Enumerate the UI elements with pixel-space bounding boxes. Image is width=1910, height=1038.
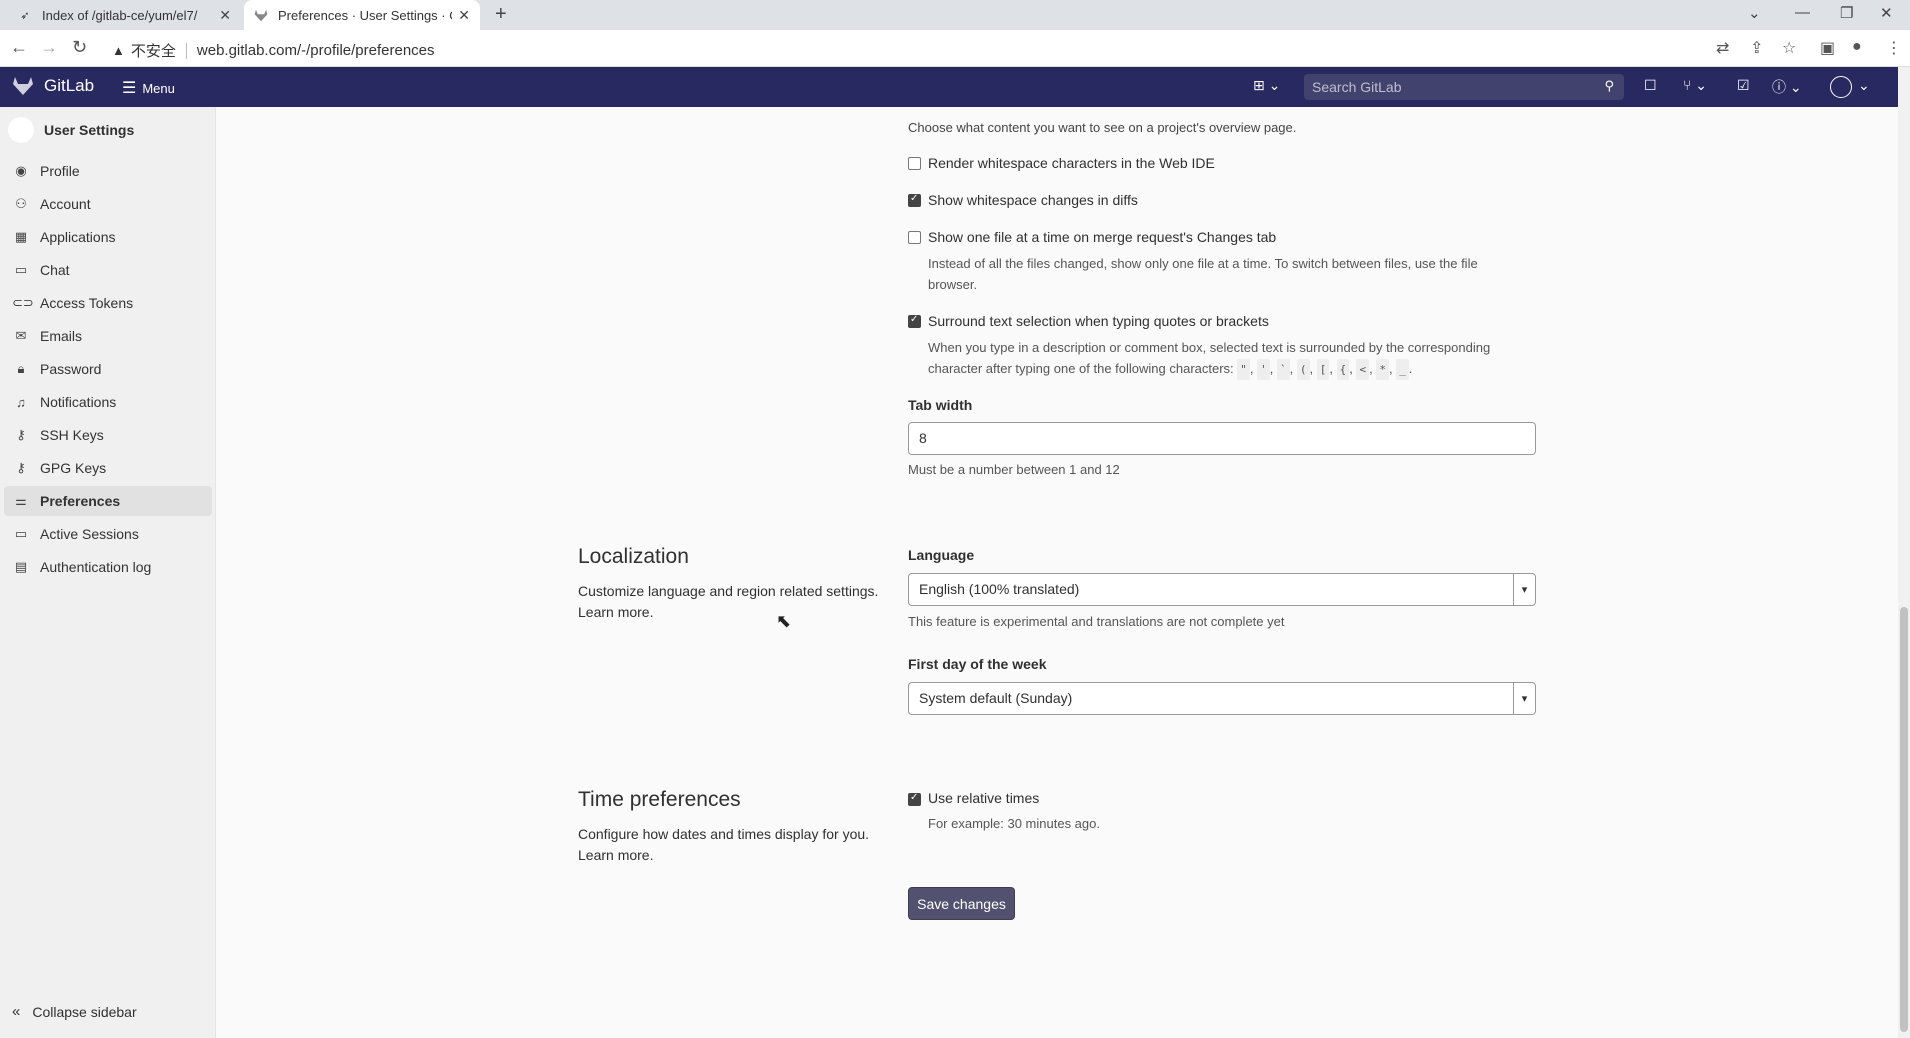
- localization-learn-more-link[interactable]: Learn more.: [578, 602, 653, 623]
- insecure-label: 不安全: [130, 43, 176, 60]
- mouse-cursor-icon: ⬉: [776, 611, 792, 631]
- forward-icon[interactable]: →: [40, 37, 58, 58]
- tab-search-chevron-icon[interactable]: ⌄: [1748, 4, 1761, 22]
- tab-width-value: 8: [919, 430, 927, 446]
- search-icon: ⚲: [1604, 78, 1614, 93]
- gitlab-tanuki-icon: [13, 77, 33, 95]
- tab-width-label: Tab width: [908, 397, 973, 413]
- menu-button[interactable]: ☰ Menu: [122, 78, 175, 98]
- relative-times-help: For example: 30 minutes ago.: [928, 816, 1100, 831]
- relative-times-label[interactable]: Use relative times: [928, 790, 1039, 806]
- hamburger-icon: ☰: [122, 80, 137, 97]
- url-field[interactable]: ▲ 不安全 web.gitlab.com/-/profile/preferenc…: [112, 40, 435, 61]
- char-code: {: [1336, 359, 1350, 380]
- help-icon[interactable]: ⓘ ⌄: [1772, 77, 1802, 97]
- close-tab-icon[interactable]: ✕: [458, 7, 470, 24]
- char-code: ': [1257, 359, 1270, 380]
- brand-name: GitLab: [44, 76, 95, 95]
- chevron-down-icon: ▾: [1513, 683, 1535, 714]
- tab-width-input[interactable]: 8: [908, 422, 1536, 455]
- one-file-label[interactable]: Show one file at a time on merge request…: [928, 229, 1276, 245]
- tab-favicon-icon: ➶: [20, 9, 30, 22]
- page-scrollbar[interactable]: [1898, 67, 1910, 1038]
- side-panel-icon[interactable]: ▣: [1820, 38, 1835, 58]
- share-icon[interactable]: ⇪: [1750, 38, 1763, 58]
- tab-title: Preferences · User Settings · G: [278, 7, 453, 23]
- surround-label[interactable]: Surround text selection when typing quot…: [928, 313, 1269, 329]
- char-code: *: [1376, 359, 1389, 380]
- back-icon[interactable]: ←: [10, 37, 28, 58]
- close-window-icon[interactable]: ✕: [1880, 4, 1893, 22]
- surround-help: When you type in a description or commen…: [928, 340, 1491, 355]
- gitlab-logo[interactable]: GitLab: [12, 76, 94, 96]
- language-help: This feature is experimental and transla…: [908, 614, 1285, 629]
- browser-tab-preferences[interactable]: Preferences · User Settings · G ✕: [244, 0, 480, 30]
- char-code: [: [1316, 359, 1330, 380]
- gitlab-favicon-icon: [254, 8, 268, 22]
- localization-desc: Customize language and region related se…: [578, 583, 879, 599]
- bookmark-star-icon[interactable]: ☆: [1782, 38, 1796, 58]
- time-preferences-title: Time preferences: [578, 788, 741, 811]
- profile-avatar-icon[interactable]: ●: [1852, 38, 1862, 56]
- gitlab-header: GitLab ☰ Menu ⊞ ⌄ Search GitLab ⚲ ☐ ⑂ ⌄ …: [0, 67, 1898, 107]
- language-select[interactable]: English (100% translated) ▾: [908, 573, 1536, 606]
- overview-help-text: Choose what content you want to see on a…: [908, 120, 1297, 135]
- first-day-select[interactable]: System default (Sunday) ▾: [908, 682, 1536, 715]
- char-code: `: [1277, 359, 1290, 380]
- avatar-chevron-down-icon[interactable]: ⌄: [1858, 77, 1870, 94]
- one-file-help-2: browser.: [928, 277, 978, 292]
- scrollbar-thumb[interactable]: [1900, 607, 1908, 1032]
- show-whitespace-checkbox[interactable]: [908, 193, 921, 207]
- render-whitespace-label[interactable]: Render whitespace characters in the Web …: [928, 155, 1215, 171]
- merge-requests-icon[interactable]: ⑂ ⌄: [1683, 77, 1707, 94]
- char-code: ": [1237, 359, 1250, 380]
- browser-tab-strip: ➶ Index of /gitlab-ce/yum/el7/ ✕ Prefere…: [0, 0, 1910, 30]
- url-text: web.gitlab.com/-/profile/preferences: [196, 42, 435, 59]
- translate-icon[interactable]: ⇄: [1716, 38, 1729, 58]
- search-placeholder: Search GitLab: [1312, 79, 1402, 95]
- time-preferences-desc: Configure how dates and times display fo…: [578, 826, 870, 842]
- relative-times-checkbox[interactable]: [908, 792, 921, 806]
- tab-title: Index of /gitlab-ce/yum/el7/: [42, 7, 198, 23]
- chevron-down-icon: ▾: [1513, 574, 1535, 605]
- address-bar: ← → ↻ ▲ 不安全 web.gitlab.com/-/profile/pre…: [0, 30, 1910, 67]
- new-tab-icon[interactable]: +: [495, 3, 507, 26]
- time-learn-more-link[interactable]: Learn more.: [578, 845, 653, 866]
- localization-title: Localization: [578, 545, 689, 568]
- restore-icon[interactable]: ❐: [1840, 4, 1853, 22]
- more-options-icon[interactable]: ⋮: [1886, 38, 1902, 58]
- char-code: <: [1356, 359, 1370, 380]
- browser-tab-index[interactable]: ➶ Index of /gitlab-ce/yum/el7/ ✕: [8, 0, 241, 30]
- language-label: Language: [908, 547, 975, 563]
- surround-help-2: character after typing one of the follow…: [928, 358, 1412, 380]
- first-day-label: First day of the week: [908, 656, 1047, 672]
- issues-icon[interactable]: ☐: [1644, 77, 1657, 94]
- reload-icon[interactable]: ↻: [72, 37, 87, 58]
- search-input[interactable]: Search GitLab ⚲: [1304, 74, 1624, 100]
- menu-label: Menu: [142, 80, 175, 96]
- save-changes-button[interactable]: Save changes: [908, 887, 1015, 920]
- user-avatar[interactable]: [1830, 76, 1852, 98]
- char-code: (: [1296, 359, 1310, 380]
- minimize-icon[interactable]: —: [1795, 4, 1810, 21]
- tab-width-help: Must be a number between 1 and 12: [908, 462, 1120, 477]
- create-new-icon[interactable]: ⊞ ⌄: [1253, 77, 1280, 94]
- language-value: English (100% translated): [919, 581, 1080, 597]
- surround-checkbox[interactable]: [908, 314, 921, 328]
- todos-icon[interactable]: ☑: [1737, 77, 1750, 94]
- warning-icon: ▲: [112, 43, 125, 58]
- main-content: Choose what content you want to see on a…: [0, 107, 1898, 1038]
- one-file-checkbox[interactable]: [908, 231, 921, 244]
- render-whitespace-checkbox[interactable]: [908, 157, 921, 170]
- show-whitespace-label[interactable]: Show whitespace changes in diffs: [928, 192, 1138, 208]
- char-code: _: [1396, 359, 1409, 380]
- first-day-value: System default (Sunday): [919, 690, 1073, 706]
- one-file-help: Instead of all the files changed, show o…: [928, 256, 1478, 271]
- close-tab-icon[interactable]: ✕: [219, 7, 231, 24]
